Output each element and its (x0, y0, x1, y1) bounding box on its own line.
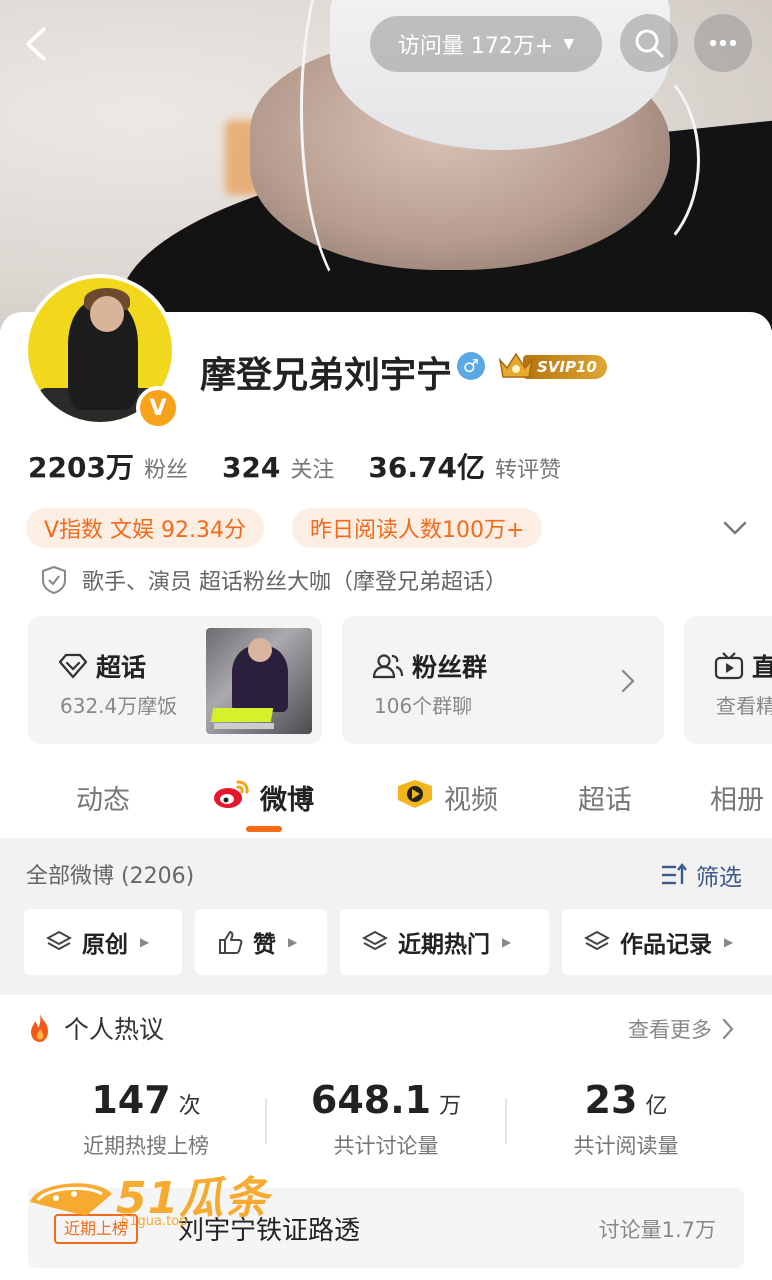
fans-group-card[interactable]: 粉丝群 106个群聊 (342, 616, 664, 744)
following-label[interactable]: 关注 (290, 452, 334, 484)
supertopic-icon (58, 653, 88, 679)
watermark-logo: 51瓜条 51gua.top (26, 1162, 276, 1242)
metric-unit: 次 (178, 1094, 201, 1119)
fire-icon (31, 1014, 48, 1042)
visit-count-pill[interactable]: 访问量 172万+ ▼ (370, 16, 602, 72)
metric-label: 共计讨论量 (333, 1134, 439, 1158)
filter-recent-hot[interactable]: 近期热门 ▶ (340, 909, 549, 975)
chevron-down-icon[interactable] (722, 515, 748, 541)
caret-down-icon: ▼ (563, 36, 575, 52)
engagement-count: 36.74亿 (368, 451, 485, 484)
tab-label: 超话 (578, 785, 632, 816)
live-subtitle: 查看精 (716, 694, 772, 718)
metric-reads: 23 亿 共计阅读量 (506, 1078, 746, 1160)
hot-topic-count: 讨论量1.7万 (598, 1218, 716, 1242)
tab-video[interactable]: 视频 (396, 778, 498, 844)
stats-row: 2203万 粉丝 324 关注 36.74亿 转评赞 (28, 446, 595, 486)
metric-unit: 万 (439, 1094, 462, 1119)
fans-group-icon (372, 654, 404, 679)
verification-text: 歌手、演员 超话粉丝大咖（摩登兄弟超话） (82, 570, 507, 595)
watermark-small-text: 51gua.top (121, 1214, 188, 1229)
chevron-right-icon (722, 1018, 734, 1040)
supertopic-card[interactable]: 超话 632.4万摩饭 (28, 616, 322, 744)
following-count[interactable]: 324 (222, 451, 280, 484)
metric-label: 近期热搜上榜 (83, 1134, 209, 1158)
fans-group-title: 粉丝群 (412, 653, 488, 682)
back-arrow-icon (26, 27, 46, 61)
metric-label: 共计阅读量 (573, 1134, 679, 1158)
weibo-logo-icon (214, 780, 249, 808)
svip-badge[interactable]: SVIP10 (497, 350, 607, 382)
followers-label[interactable]: 粉丝 (144, 452, 188, 484)
engagement-label: 转评赞 (495, 458, 562, 483)
back-button[interactable] (16, 22, 56, 66)
video-play-icon (398, 780, 432, 808)
v-index-chip[interactable]: V指数 文娱 92.34分 (26, 508, 265, 548)
watermark-melon-icon (30, 1183, 112, 1216)
active-tab-indicator (246, 826, 282, 832)
more-dots-icon (709, 39, 737, 47)
visit-count-label: 访问量 172万+ (397, 34, 554, 59)
caret-right-icon: ▶ (140, 935, 150, 949)
tab-label: 动态 (76, 785, 130, 816)
tab-album[interactable]: 相册 (710, 778, 764, 844)
hot-discussion-title: 个人热议 (64, 1015, 165, 1044)
caret-right-icon: ▶ (288, 935, 298, 949)
supertopic-title: 超话 (96, 653, 147, 682)
filter-original[interactable]: 原创 ▶ (24, 909, 182, 975)
thumbs-up-icon (219, 931, 243, 954)
tab-label: 微博 (260, 785, 314, 816)
filter-label: 筛选 (696, 865, 742, 891)
filter-works[interactable]: 作品记录 ▶ (562, 909, 772, 975)
male-gender-icon: ♂ (457, 352, 485, 380)
metric-unit: 亿 (645, 1094, 668, 1119)
metric-hot-search: 147 次 近期热搜上榜 (26, 1078, 266, 1160)
username: 摩登兄弟刘宇宁 (200, 355, 453, 396)
filter-likes-label: 赞 (253, 932, 276, 958)
tab-weibo[interactable]: 微博 (212, 778, 314, 844)
metric-value: 23 (584, 1078, 638, 1122)
hot-discussion-header: 个人热议 (26, 1010, 164, 1046)
search-button[interactable] (620, 14, 678, 72)
caret-right-icon: ▶ (502, 935, 512, 949)
more-button[interactable] (694, 14, 752, 72)
tab-label: 相册 (710, 785, 764, 816)
filter-button[interactable]: 筛选 (660, 858, 742, 892)
filter-works-label: 作品记录 (620, 932, 712, 958)
filter-likes[interactable]: 赞 ▶ (195, 909, 327, 975)
fans-group-subtitle: 106个群聊 (374, 694, 473, 718)
filter-original-label: 原创 (82, 932, 128, 958)
all-posts-count: 全部微博 (2206) (26, 864, 195, 889)
shield-check-icon (42, 565, 66, 595)
filter-sort-icon (662, 863, 687, 885)
supertopic-thumbnail (206, 628, 312, 734)
metric-value: 147 (91, 1078, 171, 1122)
layers-icon (584, 930, 610, 951)
search-icon (635, 29, 664, 58)
caret-right-icon: ▶ (724, 935, 734, 949)
metric-discussion: 648.1 万 共计讨论量 (266, 1078, 506, 1160)
verification-info: 歌手、演员 超话粉丝大咖（摩登兄弟超话） (40, 564, 507, 596)
filter-recent-hot-label: 近期热门 (398, 932, 490, 958)
layers-icon (362, 930, 388, 951)
tab-supertopic[interactable]: 超话 (578, 778, 632, 844)
metric-value: 648.1 (310, 1078, 432, 1122)
supertopic-subtitle: 632.4万摩饭 (60, 694, 178, 718)
chevron-right-icon (621, 669, 635, 693)
live-tv-icon (714, 652, 744, 680)
live-card[interactable]: 直 查看精 (684, 616, 772, 744)
svip-label: SVIP10 (523, 355, 607, 379)
see-more-link[interactable]: 查看更多 (628, 1014, 734, 1044)
crown-icon (498, 352, 534, 378)
layers-icon (46, 930, 72, 951)
live-title: 直 (752, 653, 772, 682)
daily-readers-chip[interactable]: 昨日阅读人数100万+ (292, 508, 543, 548)
see-more-label: 查看更多 (628, 1018, 712, 1042)
tab-dynamics[interactable]: 动态 (76, 778, 130, 844)
tab-label: 视频 (444, 785, 498, 816)
verified-v-badge: V (136, 386, 180, 430)
followers-count[interactable]: 2203万 (28, 446, 134, 486)
